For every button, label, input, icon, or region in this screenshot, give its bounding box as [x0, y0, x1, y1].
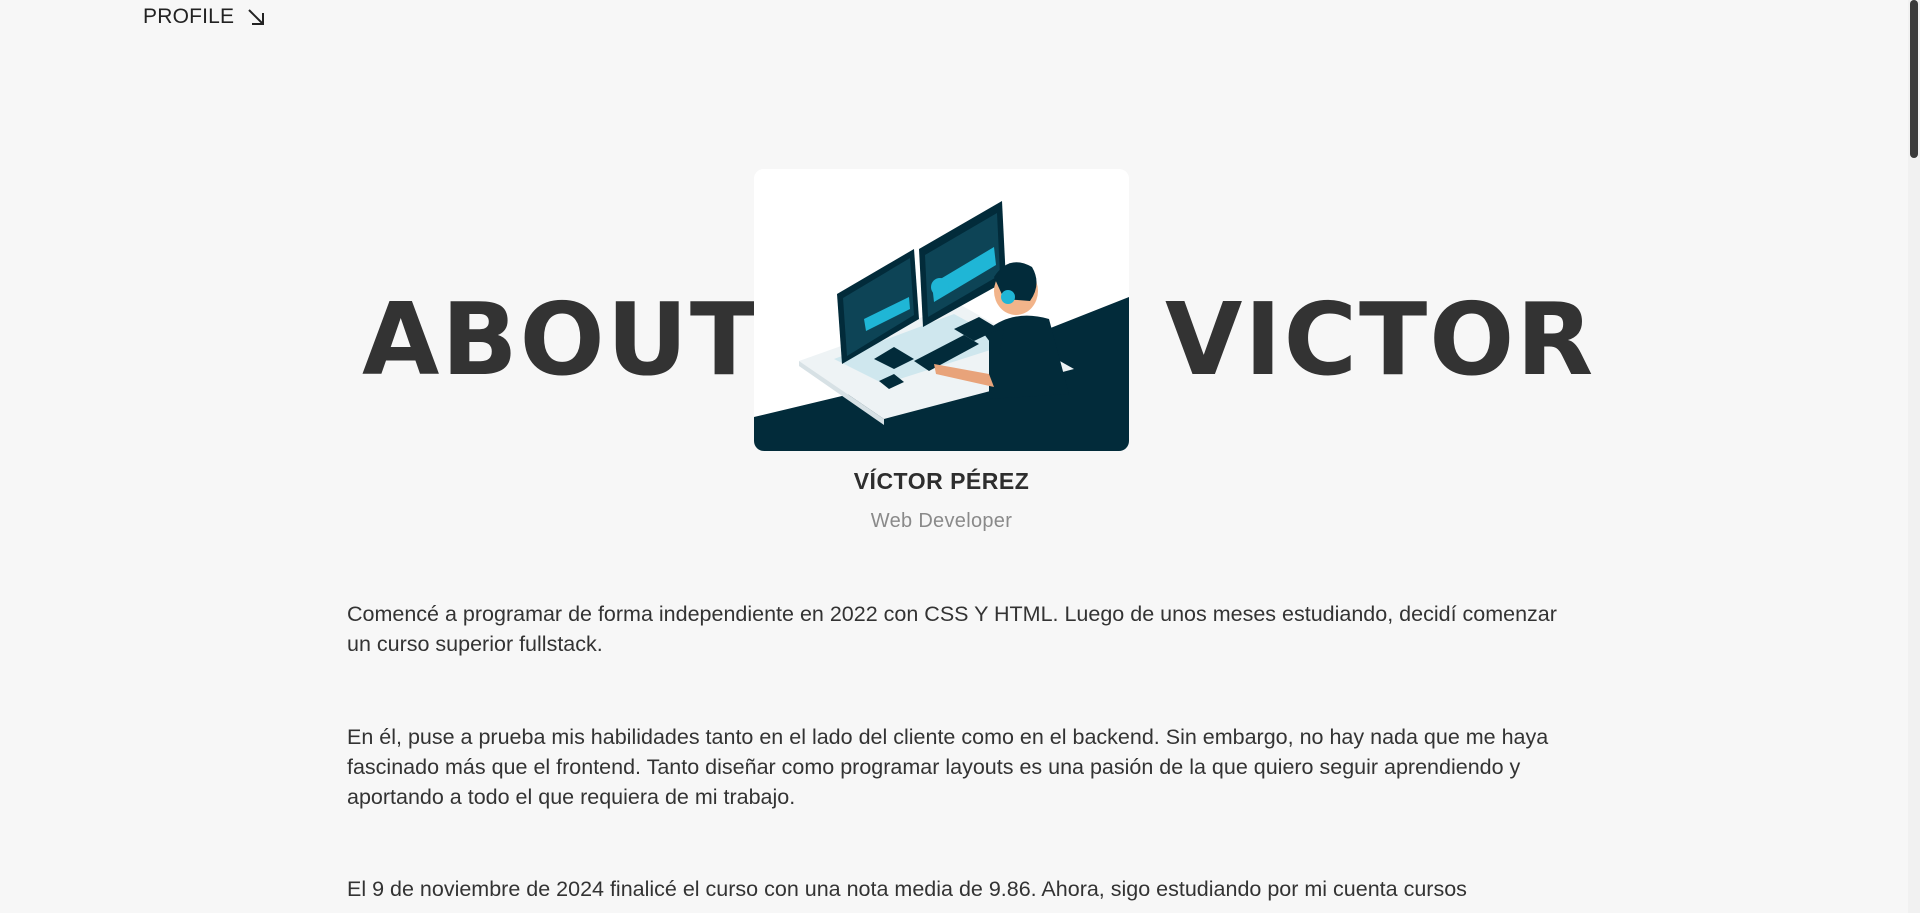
bio-paragraph-2: En él, puse a prueba mis habilidades tan… [347, 725, 1549, 809]
hero-word-about: ABOUT [362, 281, 761, 398]
scrollbar-thumb[interactable] [1910, 0, 1918, 158]
profile-nav-label: PROFILE [143, 5, 235, 28]
developer-at-desk-illustration [754, 169, 1129, 451]
about-page: PROFILE ABOUT VICTOR VÍCTOR PÉREZ Web De… [0, 0, 1920, 913]
arrow-down-right-icon [246, 7, 266, 27]
person-role: Web Developer [870, 510, 1013, 532]
bio-paragraph-1: Comencé a programar de forma independien… [347, 602, 1557, 656]
page-scrollbar[interactable] [1908, 0, 1920, 913]
bio-paragraph-3: El 9 de noviembre de 2024 finalicé el cu… [347, 877, 1467, 901]
hero-word-victor: VICTOR [1165, 281, 1596, 398]
person-name: VÍCTOR PÉREZ [853, 468, 1030, 494]
profile-nav-link[interactable]: PROFILE [143, 5, 266, 29]
